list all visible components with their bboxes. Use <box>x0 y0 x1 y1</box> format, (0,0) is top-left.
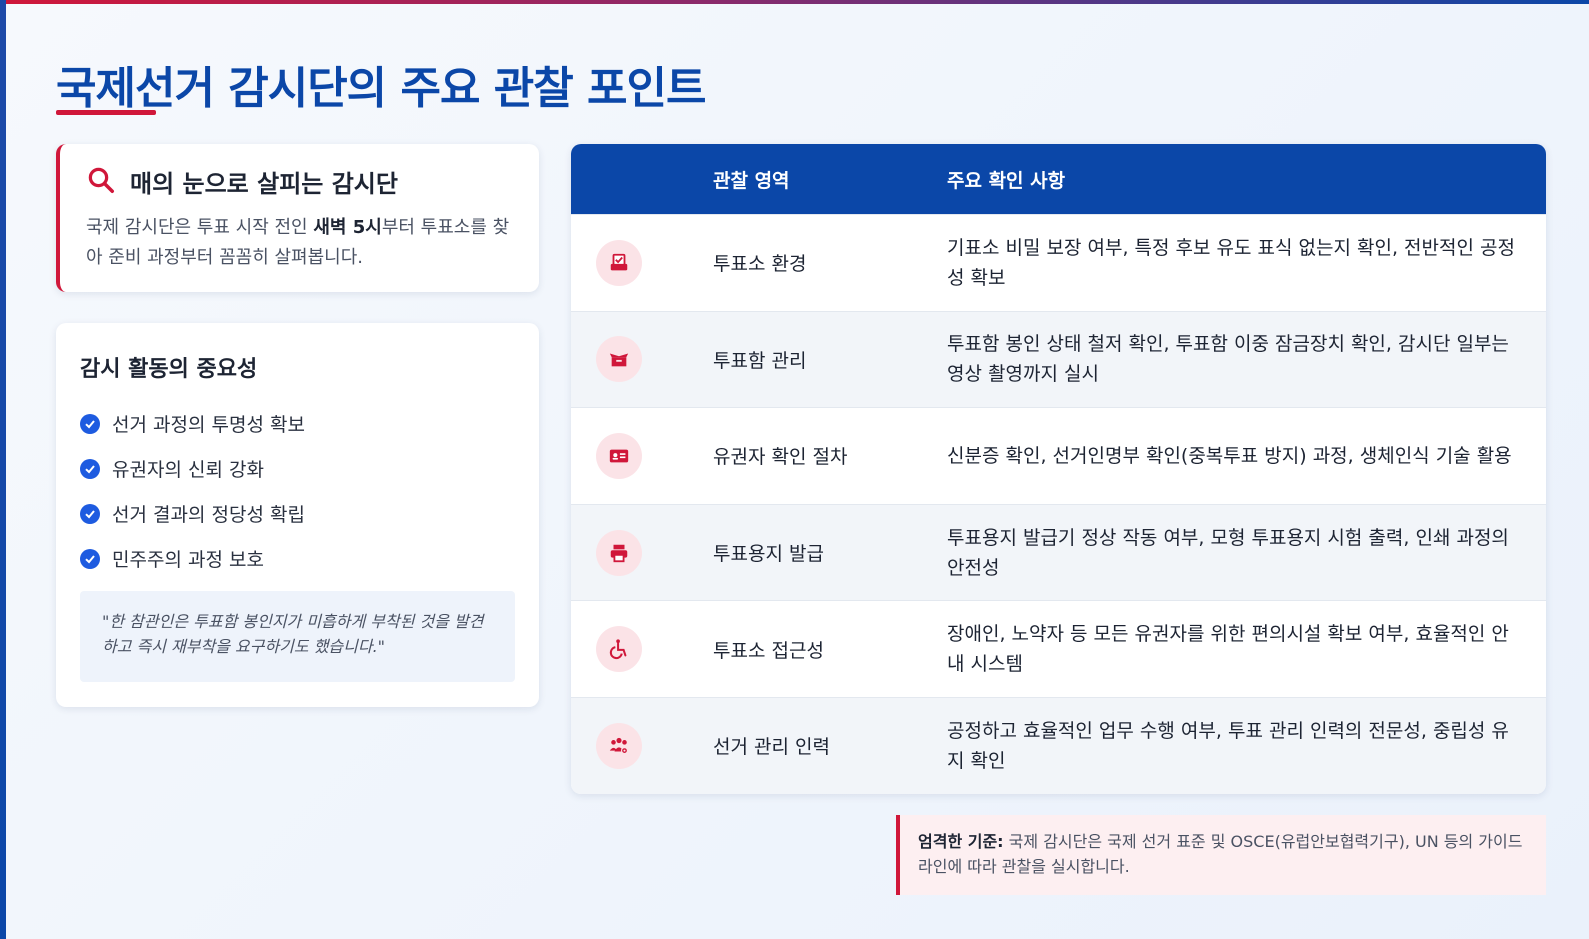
users-gear-icon <box>596 722 642 769</box>
printer-icon <box>596 529 642 576</box>
observation-table: 관찰 영역 주요 확인 사항 투표소 환경 기표소 비밀 보장 여부, 특정 후… <box>571 144 1546 794</box>
page-title: 국제선거 감시단의 주요 관찰 포인트 <box>56 63 706 114</box>
wheelchair-icon <box>596 626 642 673</box>
eye-card-body: 국제 감시단은 투표 시작 전인 새벽 5시부터 투표소를 찾아 준비 과정부터… <box>86 217 510 268</box>
table-row: 유권자 확인 절차 신분증 확인, 선거인명부 확인(중복투표 방지) 과정, … <box>571 407 1546 504</box>
header-area: 관찰 영역 <box>713 169 790 192</box>
list-item: 선거 결과의 정당성 확립 <box>80 491 515 536</box>
importance-list: 선거 과정의 투명성 확보 유권자의 신뢰 강화 선거 결과의 정당성 확립 민… <box>80 401 515 581</box>
highlight-time: 새벽 5시 <box>313 217 382 238</box>
list-item: 선거 과정의 투명성 확보 <box>80 401 515 446</box>
list-item: 유권자의 신뢰 강화 <box>80 446 515 491</box>
notice-label: 엄격한 기준: <box>918 832 1004 851</box>
list-item: 민주주의 과정 보호 <box>80 536 515 581</box>
table-row: 투표함 관리 투표함 봉인 상태 철저 확인, 투표함 이중 잠금장치 확인, … <box>571 310 1546 408</box>
eye-card-header: 매의 눈으로 살피는 감시단 <box>86 164 513 199</box>
table-row: 선거 관리 인력 공정하고 효율적인 업무 수행 여부, 투표 관리 인력의 전… <box>571 696 1546 794</box>
table-header: 관찰 영역 주요 확인 사항 <box>571 144 1546 214</box>
importance-card: 감시 활동의 중요성 선거 과정의 투명성 확보 유권자의 신뢰 강화 선거 결… <box>56 323 539 707</box>
check-circle-icon <box>80 413 100 434</box>
box-open-icon <box>596 336 642 383</box>
eye-card: 매의 눈으로 살피는 감시단 국제 감시단은 투표 시작 전인 새벽 5시부터 … <box>56 144 539 292</box>
quote-box: "한 참관인은 투표함 봉인지가 미흡하게 부착된 것을 발견하고 즉시 재부착… <box>80 591 515 682</box>
check-circle-icon <box>80 458 100 479</box>
table-row: 투표소 접근성 장애인, 노약자 등 모든 유권자를 위한 편의시설 확보 여부… <box>571 600 1546 697</box>
header-detail: 주요 확인 사항 <box>947 169 1066 192</box>
left-accent-bar <box>0 0 6 939</box>
notice-text: 국제 감시단은 국제 선거 표준 및 OSCE(유럽안보협력기구), UN 등의… <box>918 832 1523 876</box>
id-card-icon <box>596 432 642 479</box>
check-circle-icon <box>80 503 100 524</box>
eye-card-title: 매의 눈으로 살피는 감시단 <box>130 170 398 198</box>
ballot-check-icon <box>596 239 642 286</box>
table-row: 투표용지 발급 투표용지 발급기 정상 작동 여부, 모형 투표용지 시험 출력… <box>571 503 1546 601</box>
search-icon <box>86 165 116 199</box>
table-row: 투표소 환경 기표소 비밀 보장 여부, 특정 후보 유도 표식 없는지 확인,… <box>571 214 1546 311</box>
importance-title: 감시 활동의 중요성 <box>80 357 258 382</box>
standard-notice: 엄격한 기준: 국제 감시단은 국제 선거 표준 및 OSCE(유럽안보협력기구… <box>896 815 1546 895</box>
title-underline <box>56 110 156 115</box>
check-circle-icon <box>80 548 100 569</box>
top-accent-bar <box>0 0 1589 4</box>
